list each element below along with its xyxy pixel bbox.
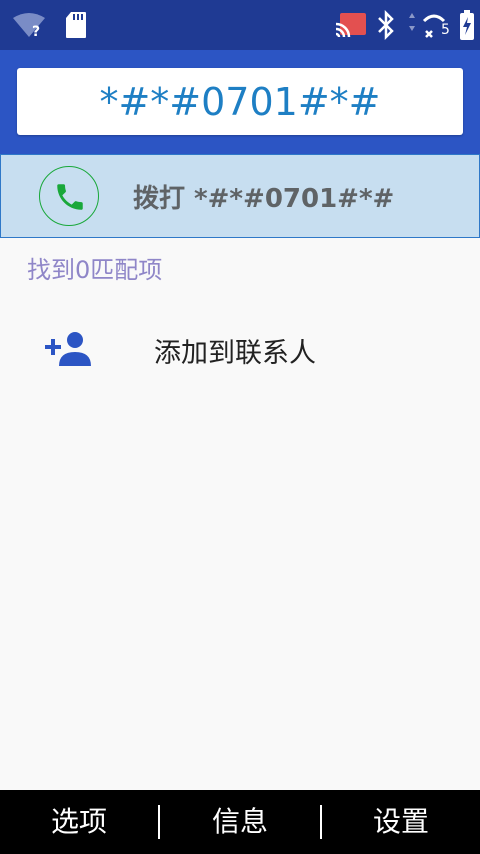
battery-charging-icon bbox=[460, 10, 474, 40]
status-bar: ? 5 bbox=[0, 0, 480, 50]
wifi-unknown-icon: ? bbox=[13, 13, 45, 38]
svg-text:?: ? bbox=[32, 24, 40, 38]
dialer-header: *#*#0701#*# bbox=[0, 50, 480, 154]
sd-card-icon bbox=[66, 12, 86, 38]
add-person-icon bbox=[45, 332, 91, 366]
cast-icon bbox=[335, 13, 366, 38]
signal-no-service-icon: 5 bbox=[409, 13, 450, 38]
settings-softkey[interactable]: 设置 bbox=[322, 790, 480, 854]
add-to-contacts-label: 添加到联系人 bbox=[154, 338, 316, 369]
messages-softkey[interactable]: 信息 bbox=[160, 790, 320, 854]
bluetooth-icon bbox=[378, 10, 394, 40]
match-count-text: 找到0匹配项 bbox=[27, 256, 163, 284]
call-number-row[interactable]: 拨打 *#*#0701#*# bbox=[0, 154, 480, 238]
signal-badge: 5 bbox=[441, 22, 450, 38]
call-label: 拨打 *#*#0701#*# bbox=[133, 184, 395, 214]
options-softkey[interactable]: 选项 bbox=[0, 790, 158, 854]
add-to-contacts-row[interactable]: 添加到联系人 bbox=[0, 310, 480, 388]
softkey-bar: 选项 信息 设置 bbox=[0, 790, 480, 854]
dial-input[interactable]: *#*#0701#*# bbox=[17, 68, 463, 135]
phone-icon bbox=[39, 166, 99, 226]
